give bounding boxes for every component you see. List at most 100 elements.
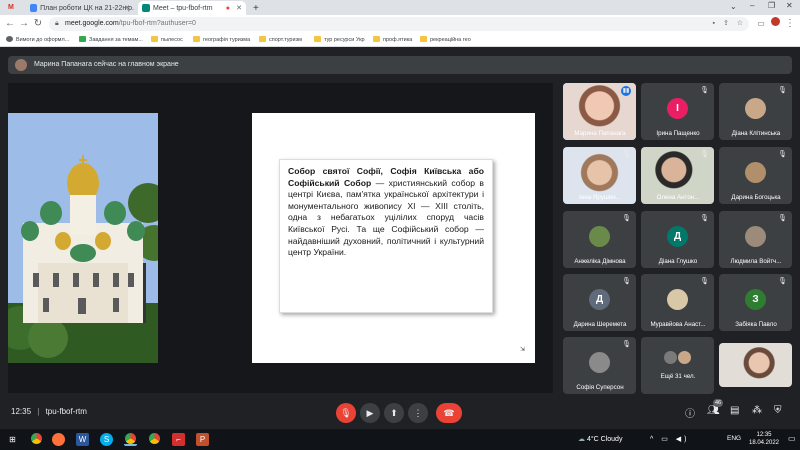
host-controls-icon[interactable]: ⛨ [774,405,782,416]
slide-text-box: Собор святої Софії, Софія Київська або С… [279,159,493,313]
participant-video [719,343,792,387]
bookmark-folder[interactable]: рекреаційна гео [420,35,471,45]
tab-bar: M План роботи ЦК на 21-22н.р. ✕ Meet – t… [0,0,800,15]
participant-name: Людмила Войтч... [730,258,782,265]
bookmark-folder[interactable]: спорт.туризм [259,35,302,45]
slide-body-text: — християнський собор в центрі Києва, па… [288,177,484,258]
participant-photo [745,226,766,247]
mic-off-icon: 🎙︎ [700,278,709,285]
forward-icon[interactable]: → [17,17,31,31]
meeting-code: tpu-fbof-rtm [45,407,87,416]
activities-icon[interactable]: ⁂ [752,405,762,416]
participant-tile[interactable]: 🎙︎ З Забіяка Павло [719,274,792,331]
participant-tile[interactable]: 🎙︎ Дарина Богоцька [719,147,792,204]
self-view-tile[interactable] [719,343,792,387]
tab-search-icon[interactable]: ⌄ [730,2,737,11]
participant-name: Марина Папанага [574,130,626,137]
reload-icon[interactable]: ↻ [31,17,45,31]
window-close-icon[interactable]: ✕ [786,1,793,10]
taskbar-clock[interactable]: 12:35 18.04.2022 [744,431,784,447]
tab-meet[interactable]: Meet – tpu-fbof-rtm ● ✕ [138,1,246,15]
bookmark-folder[interactable]: географія туризма [193,35,250,45]
bookmark-folder[interactable]: пылесос [151,35,183,45]
meet-controls-bar: 12:35 | tpu-fbof-rtm 🎙︎ ▶︎ ⬆︎ ⋮ ☎︎ ⓘ 👥︎ … [0,396,800,429]
participant-tile[interactable]: 🎙︎ Анжеліка Дімнова [563,211,636,268]
meeting-info-icon[interactable]: ⓘ [685,405,695,420]
participant-tile[interactable]: 🎙︎ Олена Антон... [641,147,714,204]
mic-off-icon: 🎙︎ [622,215,631,222]
more-participants-tile[interactable]: Ещё 31 чел. [641,337,714,394]
folder-icon [259,36,266,42]
tab-gmail[interactable]: M [4,1,20,15]
present-screen-icon: ⬆︎ [390,408,398,418]
back-icon[interactable]: ← [3,17,17,31]
mic-off-icon: 🎙︎ [622,151,631,158]
participant-tile[interactable]: 🎙︎ Людмила Войтч... [719,211,792,268]
notifications-icon[interactable]: ▭ [788,434,796,443]
windows-start-icon[interactable]: ⊞ [6,433,19,446]
minimize-icon[interactable]: – [750,1,754,10]
firefox-icon[interactable] [52,433,65,446]
bookmark-folder[interactable]: тур ресурси Укр [314,35,365,45]
bookmark-folder[interactable]: проф.ятика [373,35,412,45]
maximize-icon[interactable]: ❐ [768,1,775,10]
phone-hangup-icon: ☎︎ [443,408,455,418]
participant-photo [667,289,688,310]
chat-icon[interactable]: ▤ [730,405,739,416]
participant-name: Діана Глушко [658,258,698,265]
cloud-icon: ☁ [578,436,585,443]
camera-toggle-button[interactable]: ▶︎ [360,403,380,423]
bookmark-star-icon[interactable]: ☆ [737,17,743,31]
menu-icon[interactable]: ⋮ [783,17,797,31]
lock-icon: 🔒︎ [55,20,59,27]
address-bar[interactable]: 🔒︎ meet.google.com/tpu-fbof-rtm?authuser… [49,17,749,31]
speaking-indicator-icon: ▮▮ [621,86,631,96]
mic-off-icon: 🎙︎ [778,87,787,94]
meeting-clock: 12:35 | tpu-fbof-rtm [11,407,87,416]
weather-widget[interactable]: ☁ 4°C Cloudy [578,435,622,443]
extensions-icon[interactable]: ▭ [754,17,768,31]
chrome-profile-icon[interactable] [148,433,161,446]
participant-tile[interactable]: 🎙︎ І Ірина Пащенко [641,83,714,140]
mic-toggle-button[interactable]: 🎙︎ [336,403,356,423]
present-button[interactable]: ⬆︎ [384,403,404,423]
participant-tile[interactable]: 🎙︎ Д Дарина Шеремета [563,274,636,331]
leave-call-button[interactable]: ☎︎ [436,403,462,423]
system-tray-icons[interactable]: ^ ▭ ◀) [650,435,690,443]
close-icon[interactable]: ✕ [124,4,130,12]
skype-icon[interactable]: S [100,433,113,446]
share-icon[interactable]: ⇪ [723,17,729,31]
mic-off-icon: 🎙︎ [622,341,631,348]
participant-tile[interactable]: 🎙︎ Інна Ярушин... [563,147,636,204]
bookmark-item[interactable]: Завдання за темам... [79,35,143,45]
folder-icon [420,36,427,42]
profile-avatar[interactable] [768,17,782,31]
participant-photo [745,98,766,119]
participant-tile[interactable]: 🎙︎ Діана Клітинська [719,83,792,140]
participant-tile[interactable]: 🎙︎ Д Діана Глушко [641,211,714,268]
chrome-active-taskbar-icon[interactable] [124,433,137,446]
taskbar-date: 18.04.2022 [748,440,780,446]
participant-name: Забіяка Павло [735,321,777,328]
browser-toolbar: ← → ↻ 🔒︎ meet.google.com/tpu-fbof-rtm?au… [0,15,800,33]
main-stage: Собор святої Софії, Софія Київська або С… [8,83,553,393]
new-tab-button[interactable]: + [250,1,264,15]
word-icon[interactable]: W [76,433,89,446]
more-options-button[interactable]: ⋮ [408,403,428,423]
more-vert-icon: ⋮ [413,408,423,418]
participant-tile[interactable]: ▮▮ Марина Папанага [563,83,636,140]
chrome-taskbar-icon[interactable] [30,433,43,446]
camera-icon[interactable]: ▪ [713,17,715,31]
powerpoint-icon[interactable]: P [196,433,209,446]
language-indicator[interactable]: ENG [727,435,741,442]
participant-tile[interactable]: 🎙︎ Муравйова Анаст... [641,274,714,331]
mic-off-icon: 🎙︎ [778,151,787,158]
tab-label: План роботи ЦК на 21-22н.р. [40,4,134,12]
tab-plan[interactable]: План роботи ЦК на 21-22н.р. ✕ [26,1,134,15]
pdf-icon[interactable]: ⌐ [172,433,185,446]
close-icon[interactable]: ✕ [236,4,242,12]
participant-photo [589,226,610,247]
participant-tile[interactable]: 🎙︎ Софія Суперсон [563,337,636,394]
folder-icon [193,36,200,42]
bookmark-item[interactable]: Вимоги до оформл... [6,35,69,45]
